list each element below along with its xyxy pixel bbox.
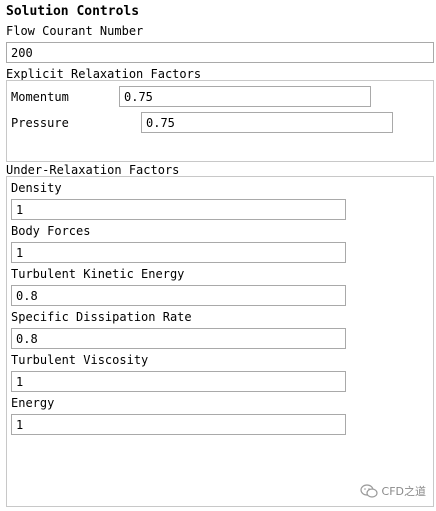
body-forces-label: Body Forces <box>11 224 91 238</box>
energy-input[interactable] <box>11 414 346 435</box>
tke-input[interactable] <box>11 285 346 306</box>
watermark-text: CFD之道 <box>381 485 426 498</box>
turbulent-viscosity-label: Turbulent Viscosity <box>11 353 149 367</box>
wechat-icon <box>359 484 378 498</box>
density-input[interactable] <box>11 199 346 220</box>
explicit-relaxation-title: Explicit Relaxation Factors <box>6 67 202 81</box>
flow-courant-label: Flow Courant Number <box>6 24 144 38</box>
pressure-input[interactable] <box>141 112 393 133</box>
momentum-label: Momentum <box>11 90 69 104</box>
density-label: Density <box>11 181 62 195</box>
flow-courant-input[interactable] <box>6 42 434 63</box>
under-relaxation-title: Under-Relaxation Factors <box>6 163 180 177</box>
sdr-label: Specific Dissipation Rate <box>11 310 192 324</box>
tke-label: Turbulent Kinetic Energy <box>11 267 185 281</box>
watermark: CFD之道 <box>359 483 426 499</box>
energy-label: Energy <box>11 396 55 410</box>
panel-title: Solution Controls <box>6 4 140 19</box>
body-forces-input[interactable] <box>11 242 346 263</box>
pressure-label: Pressure <box>11 116 69 130</box>
sdr-input[interactable] <box>11 328 346 349</box>
turbulent-viscosity-input[interactable] <box>11 371 346 392</box>
momentum-input[interactable] <box>119 86 371 107</box>
